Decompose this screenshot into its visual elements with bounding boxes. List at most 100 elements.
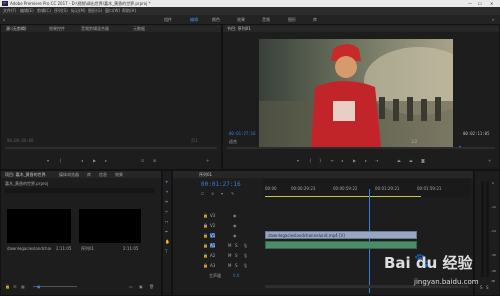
mute-toggle[interactable]: M <box>228 243 231 248</box>
tab-effects[interactable]: 效果 <box>115 172 123 177</box>
trash-icon[interactable]: 🗑 <box>149 284 154 289</box>
extract-icon[interactable]: ⏏ <box>409 158 413 163</box>
list-view-icon[interactable]: ☰ <box>13 284 17 289</box>
timeline-settings-icon[interactable]: ✎ <box>231 191 234 196</box>
razor-tool-icon[interactable]: ✂ <box>165 209 168 214</box>
play-icon[interactable]: ▶ <box>93 158 96 163</box>
menu-window[interactable]: 窗口(W) <box>105 8 120 13</box>
solo-toggle[interactable]: S <box>235 253 238 258</box>
search-input[interactable] <box>5 188 155 193</box>
menu-graphics[interactable]: 图形(G) <box>88 8 102 13</box>
add-marker-icon[interactable]: ▾ <box>47 158 49 163</box>
icon-view-icon[interactable]: ▦ <box>21 284 25 289</box>
workspace-graphics[interactable]: 图形 <box>288 17 296 22</box>
program-ratio-select[interactable]: 1/2 <box>411 139 417 144</box>
overwrite-icon[interactable]: ⊞ <box>153 158 156 163</box>
track-lock-icon[interactable]: 🔒 <box>203 233 208 238</box>
menu-marker[interactable]: 标记(M) <box>71 8 86 13</box>
track-label[interactable]: A1 <box>210 243 216 248</box>
workspace-libraries[interactable]: 库 <box>313 17 317 22</box>
program-mark-in-icon[interactable]: { <box>309 158 312 163</box>
mute-toggle[interactable]: M <box>228 263 231 268</box>
list-item[interactable] <box>7 209 71 243</box>
tab-audio-clip-mixer[interactable]: 音频剪辑混合器 <box>81 26 109 31</box>
slip-tool-icon[interactable]: ↔ <box>165 219 168 224</box>
snap-icon[interactable]: ⊏ <box>201 191 204 196</box>
tab-media-browser[interactable]: 媒体浏览器 <box>59 172 79 177</box>
source-timecode[interactable]: 00;00;00;00 <box>7 138 34 143</box>
program-mark-out-icon[interactable]: } <box>319 158 322 163</box>
track-lock-icon[interactable]: 🔒 <box>203 223 208 228</box>
track-label[interactable]: A3 <box>210 263 215 268</box>
tab-info[interactable]: 信息 <box>99 172 107 177</box>
track-select-icon[interactable]: ⇥ <box>165 189 168 194</box>
program-step-forward-icon[interactable]: ▸ <box>365 158 367 163</box>
type-tool-icon[interactable]: T <box>165 249 167 254</box>
track-lock-icon[interactable]: 🔒 <box>203 213 208 218</box>
add-timeline-marker-icon[interactable]: ▾ <box>221 191 223 196</box>
track-label[interactable]: V1 <box>210 233 216 238</box>
close-button[interactable]: ✕ <box>490 1 493 6</box>
track-lock-icon[interactable]: 🔒 <box>203 263 208 268</box>
new-bin-icon[interactable]: ▭ <box>129 284 133 289</box>
solo-toggle[interactable]: S <box>235 243 238 248</box>
workspace-editing[interactable]: 编辑 <box>190 17 198 22</box>
program-marker-icon[interactable]: ▾ <box>297 158 299 163</box>
track-visibility-icon[interactable]: ◉ <box>233 223 237 228</box>
timeline-timecode[interactable]: 00:01:27:16 <box>201 181 241 188</box>
ripple-edit-icon[interactable]: ⇹ <box>165 199 168 204</box>
source-add-button-icon[interactable]: + <box>206 158 209 163</box>
track-label[interactable]: V2 <box>210 223 215 228</box>
menu-sequence[interactable]: 序列(S) <box>54 8 68 13</box>
menu-help[interactable]: 帮助(H) <box>122 8 136 13</box>
insert-icon[interactable]: ⊡ <box>141 158 144 163</box>
tab-program[interactable]: 节目: 序列01 <box>227 26 251 31</box>
audio-clip[interactable] <box>265 241 417 249</box>
master-volume-value[interactable]: 0.0 <box>233 273 239 278</box>
step-back-icon[interactable]: ◂ <box>81 158 83 163</box>
track-label[interactable]: V3 <box>210 213 215 218</box>
minimize-button[interactable]: — <box>468 1 472 6</box>
workspace-audio[interactable]: 音频 <box>262 17 270 22</box>
playhead-icon[interactable]: ▾ <box>459 144 461 149</box>
tab-project[interactable]: 项目: 嘉木_黄昏的世界 <box>5 172 46 177</box>
solo-toggle[interactable]: S <box>235 263 238 268</box>
selection-tool-icon[interactable]: ➤ <box>165 179 168 184</box>
zoom-slider-handle-icon[interactable]: ● <box>37 284 41 289</box>
tab-libraries[interactable]: 库 <box>87 172 91 177</box>
video-clip[interactable]: dawnlegacieslandchannelunit.mp4 [V] <box>265 231 417 239</box>
mute-toggle[interactable]: M <box>228 253 231 258</box>
track-label[interactable]: A2 <box>210 253 215 258</box>
track-visibility-icon[interactable]: ◉ <box>233 213 237 218</box>
hand-tool-icon[interactable]: ✋ <box>165 239 170 244</box>
workspace-assembly[interactable]: 组件 <box>164 17 172 22</box>
program-timecode[interactable]: 00:01:27:16 <box>229 131 256 136</box>
program-add-button-icon[interactable]: + <box>488 158 491 163</box>
microphone-icon[interactable]: 🎙 <box>243 253 248 258</box>
program-step-back-icon[interactable]: ◂ <box>341 158 343 163</box>
program-go-in-icon[interactable]: ⇤ <box>331 158 334 163</box>
work-area-bar[interactable] <box>265 196 421 197</box>
tab-source[interactable]: 源:(无剪辑) <box>6 26 26 31</box>
workspace-color[interactable]: 颜色 <box>212 17 220 22</box>
menu-clip[interactable]: 剪辑(C) <box>37 8 51 13</box>
program-go-out-icon[interactable]: ⇥ <box>375 158 378 163</box>
track-lock-icon[interactable]: 🔒 <box>203 243 208 248</box>
expand-icon[interactable]: » <box>492 17 494 22</box>
microphone-icon[interactable]: 🎙 <box>243 243 248 248</box>
track-visibility-icon[interactable]: ◉ <box>233 233 237 238</box>
track-lock-icon[interactable]: 🔒 <box>203 253 208 258</box>
new-item-icon[interactable]: ▣ <box>139 284 143 289</box>
pen-tool-icon[interactable]: ✒ <box>165 229 168 234</box>
linked-selection-icon[interactable]: ⊘ <box>211 191 214 196</box>
menu-file[interactable]: 文件(F) <box>3 8 16 13</box>
home-icon[interactable]: ⌂ <box>3 17 6 22</box>
step-forward-icon[interactable]: ▸ <box>105 158 107 163</box>
program-fit-select[interactable]: 适合 <box>229 139 237 144</box>
mark-in-icon[interactable]: { <box>59 158 62 163</box>
tab-sequence[interactable]: 序列01 <box>199 172 212 177</box>
program-play-icon[interactable]: ▶ <box>353 158 356 163</box>
tab-metadata[interactable]: 元数据 <box>133 26 145 31</box>
menu-edit[interactable]: 编辑(E) <box>20 8 34 13</box>
microphone-icon[interactable]: 🎙 <box>243 263 248 268</box>
